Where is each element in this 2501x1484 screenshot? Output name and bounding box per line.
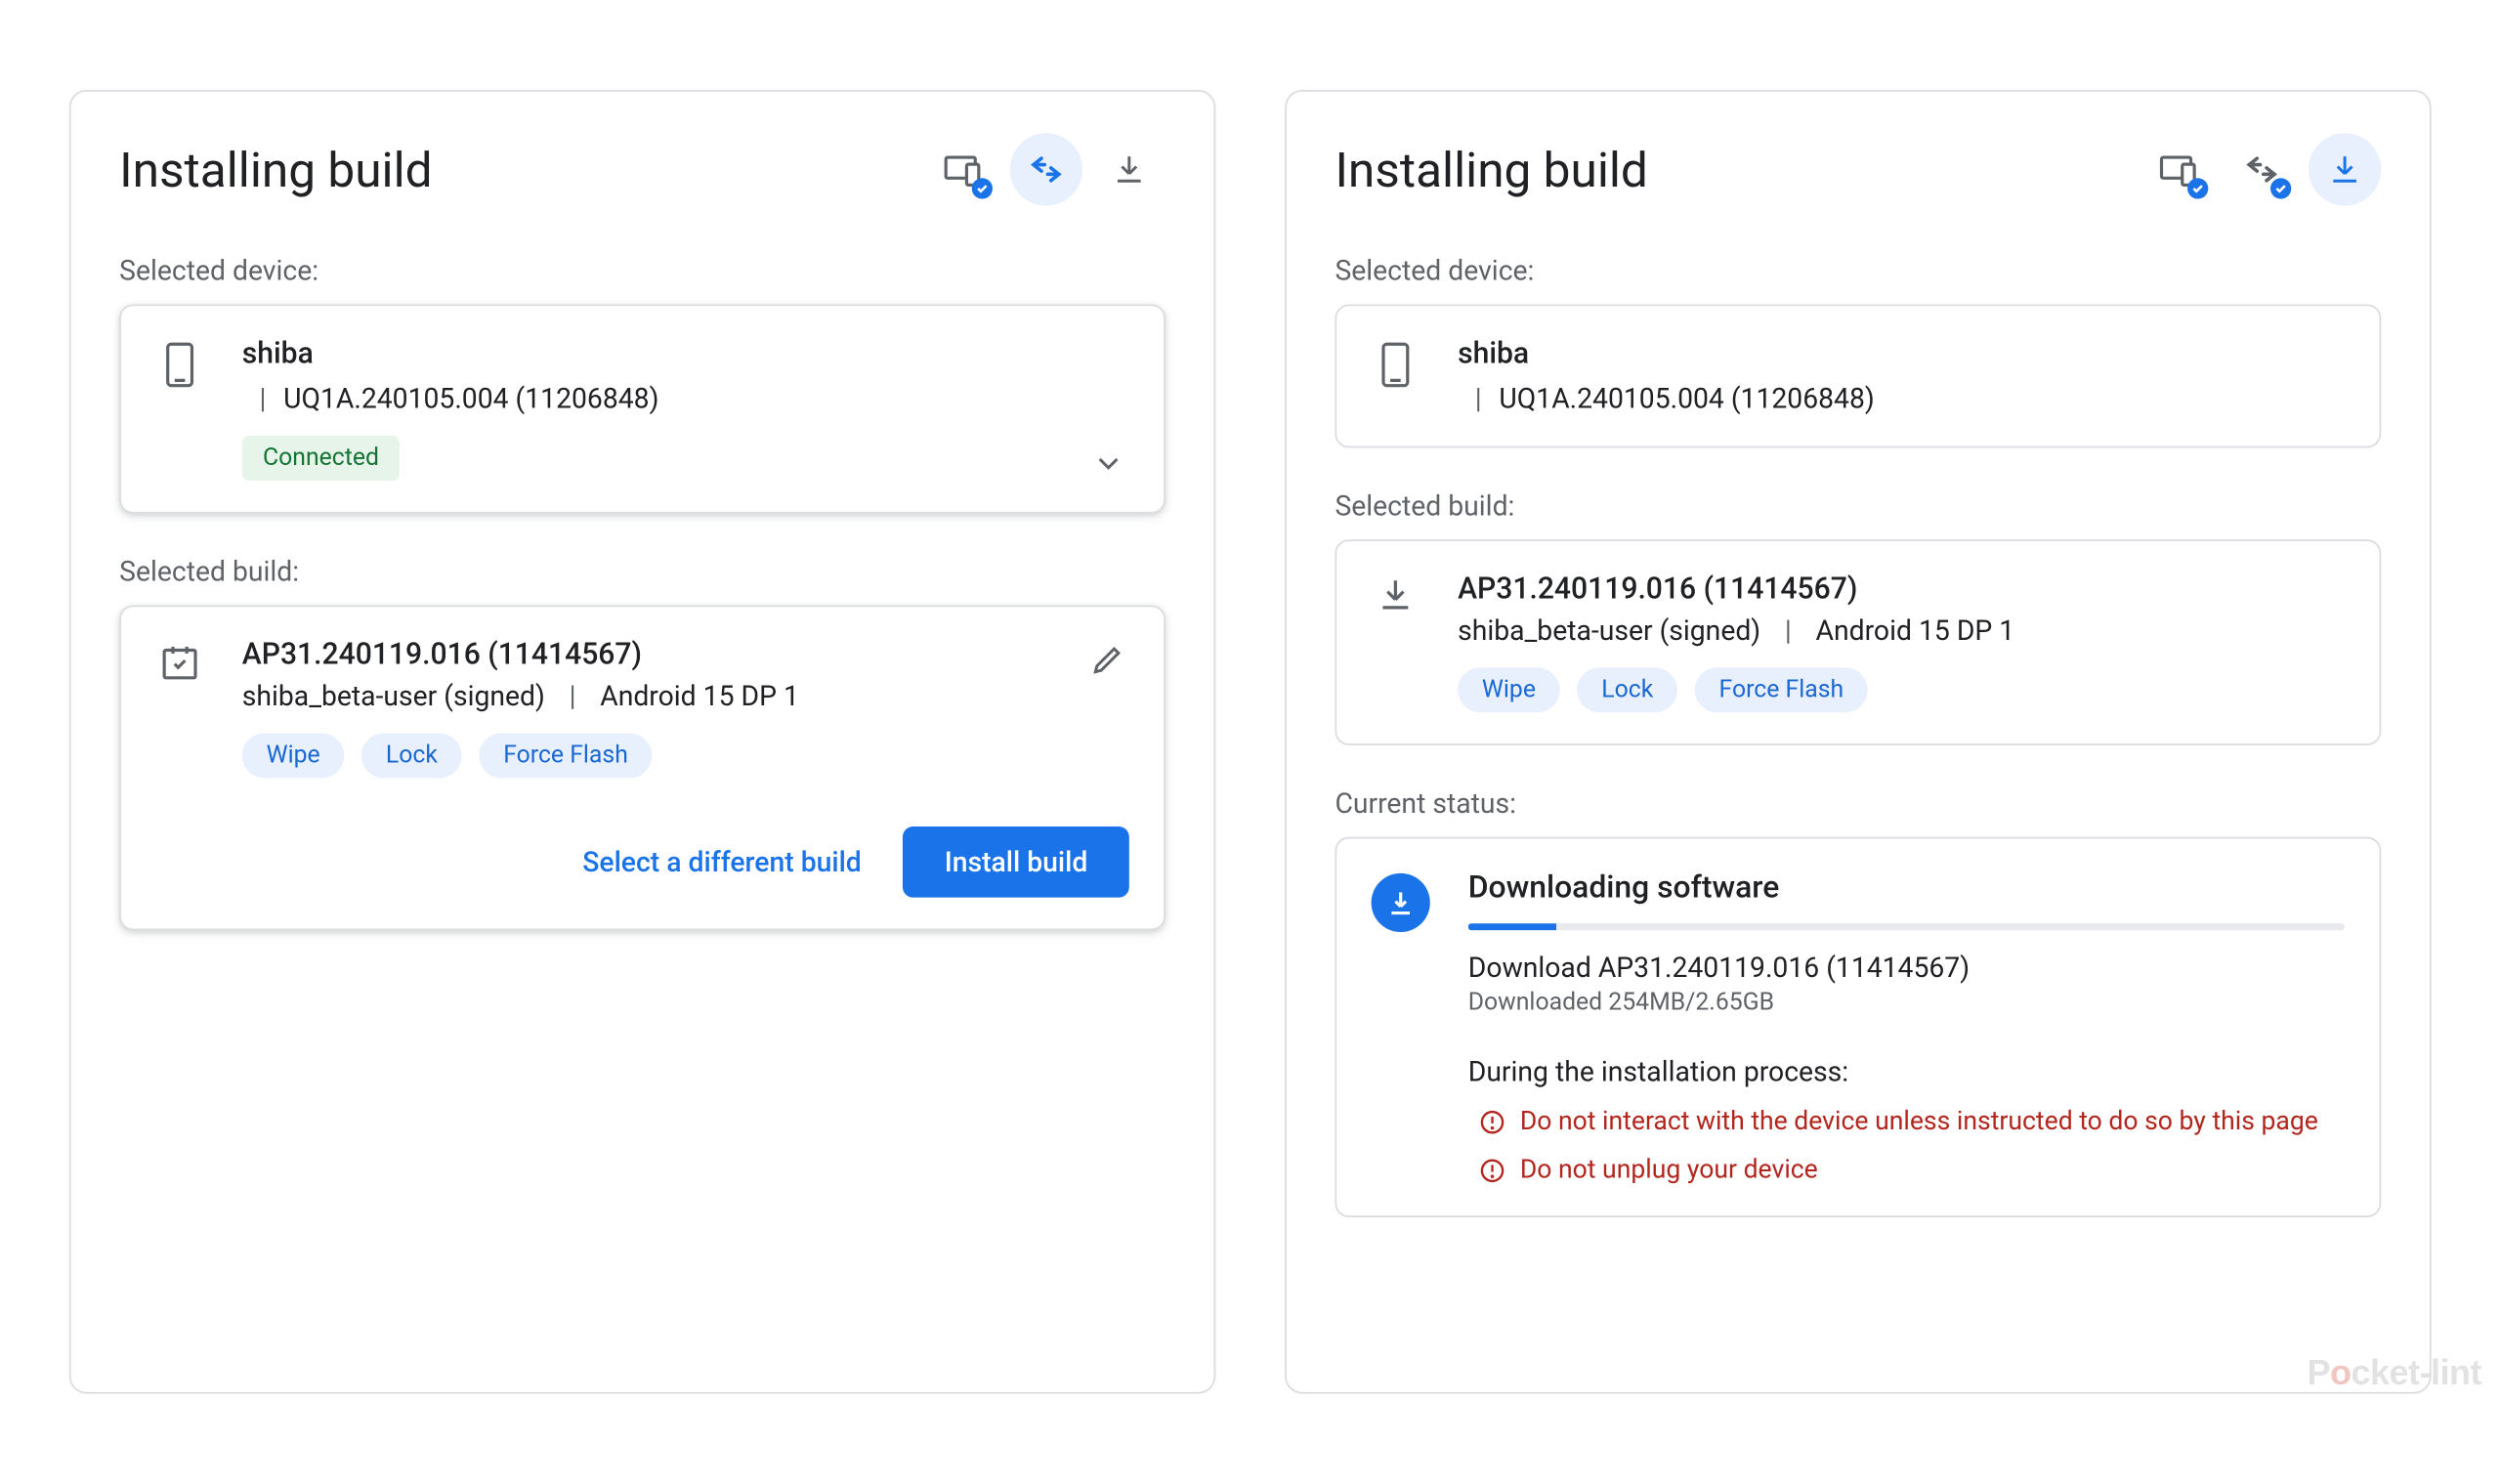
downloading-icon — [1372, 873, 1430, 932]
select-different-build-button[interactable]: Select a different build — [572, 828, 872, 896]
selected-device-label: Selected device: — [119, 254, 1166, 287]
build-card: AP31.240119.016 (11414567) shiba_beta-us… — [1335, 539, 2381, 745]
build-variant-line: shiba_beta-user (signed) | Android 15 DP… — [1458, 614, 2345, 647]
warning-item: Do not unplug your device — [1468, 1154, 2345, 1185]
downloaded-amount: Downloaded 254MB/2.65GB — [1468, 989, 2345, 1016]
device-build-line: |UQ1A.240105.004 (11206848) — [242, 382, 1129, 415]
warning-item: Do not interact with the device unless i… — [1468, 1105, 2345, 1136]
step-connect-icon — [1010, 133, 1082, 205]
connected-badge: Connected — [242, 436, 400, 481]
page-title: Installing build — [119, 141, 432, 197]
chip-wipe: Wipe — [242, 733, 345, 778]
selected-build-label: Selected build: — [1335, 489, 2381, 523]
build-package-icon — [155, 638, 204, 683]
install-build-button[interactable]: Install build — [903, 827, 1129, 898]
step-indicator — [2142, 133, 2381, 205]
warning-text: Do not interact with the device unless i… — [1520, 1105, 2318, 1136]
device-build-id: UQ1A.240105.004 (11206848) — [1499, 382, 1874, 415]
selected-build-label: Selected build: — [119, 555, 1166, 588]
build-variant: shiba_beta-user (signed) — [242, 680, 545, 713]
step-download-icon — [1093, 133, 1166, 205]
device-build-line: |UQ1A.240105.004 (11206848) — [1458, 382, 2345, 415]
download-progress-bar — [1468, 923, 1556, 930]
edit-build-button[interactable] — [1084, 635, 1133, 684]
panel-install-progress: Installing build Selected device: — [1285, 90, 2432, 1394]
device-card: shiba |UQ1A.240105.004 (11206848) Connec… — [119, 305, 1166, 514]
status-title: Downloading software — [1468, 869, 2345, 906]
device-build-id: UQ1A.240105.004 (11206848) — [283, 382, 658, 415]
current-status-label: Current status: — [1335, 786, 2381, 820]
step-indicator — [927, 133, 1166, 205]
watermark: Pocket-lint — [2307, 1352, 2481, 1393]
device-name: shiba — [242, 337, 1129, 371]
warning-heading: During the installation process: — [1468, 1055, 2345, 1088]
chip-lock: Lock — [1577, 667, 1677, 712]
step-connect-icon — [2225, 133, 2298, 205]
phone-icon — [1372, 337, 1420, 389]
download-icon — [1372, 572, 1420, 614]
step-device-icon — [2142, 133, 2215, 205]
build-id: AP31.240119.016 (11414567) — [1458, 572, 2345, 607]
step-download-icon — [2309, 133, 2381, 205]
page-title: Installing build — [1335, 141, 1647, 197]
build-card: AP31.240119.016 (11414567) shiba_beta-us… — [119, 606, 1166, 931]
download-progress — [1468, 923, 2345, 930]
phone-icon — [155, 337, 204, 389]
chip-force-flash: Force Flash — [1695, 667, 1868, 712]
panel-header: Installing build — [119, 133, 1166, 205]
build-target: Android 15 DP 1 — [1816, 614, 2015, 647]
build-variant: shiba_beta-user (signed) — [1458, 614, 1760, 647]
build-target: Android 15 DP 1 — [600, 680, 799, 713]
device-name: shiba — [1458, 337, 2345, 371]
panel-install-setup: Installing build Selected device: — [69, 90, 1216, 1394]
device-card: shiba |UQ1A.240105.004 (11206848) — [1335, 305, 2381, 448]
warning-text: Do not unplug your device — [1520, 1154, 1818, 1185]
selected-device-label: Selected device: — [1335, 254, 2381, 287]
chip-force-flash: Force Flash — [479, 733, 652, 778]
build-id: AP31.240119.016 (11414567) — [242, 638, 1129, 672]
build-variant-line: shiba_beta-user (signed) | Android 15 DP… — [242, 680, 1129, 713]
download-line: Download AP31.240119.016 (11414567) — [1468, 952, 2345, 985]
step-device-icon — [927, 133, 999, 205]
expand-device-button[interactable] — [1084, 440, 1133, 488]
chip-wipe: Wipe — [1458, 667, 1560, 712]
panel-header: Installing build — [1335, 133, 2381, 205]
chip-lock: Lock — [361, 733, 462, 778]
status-card: Downloading software Download AP31.24011… — [1335, 837, 2381, 1217]
